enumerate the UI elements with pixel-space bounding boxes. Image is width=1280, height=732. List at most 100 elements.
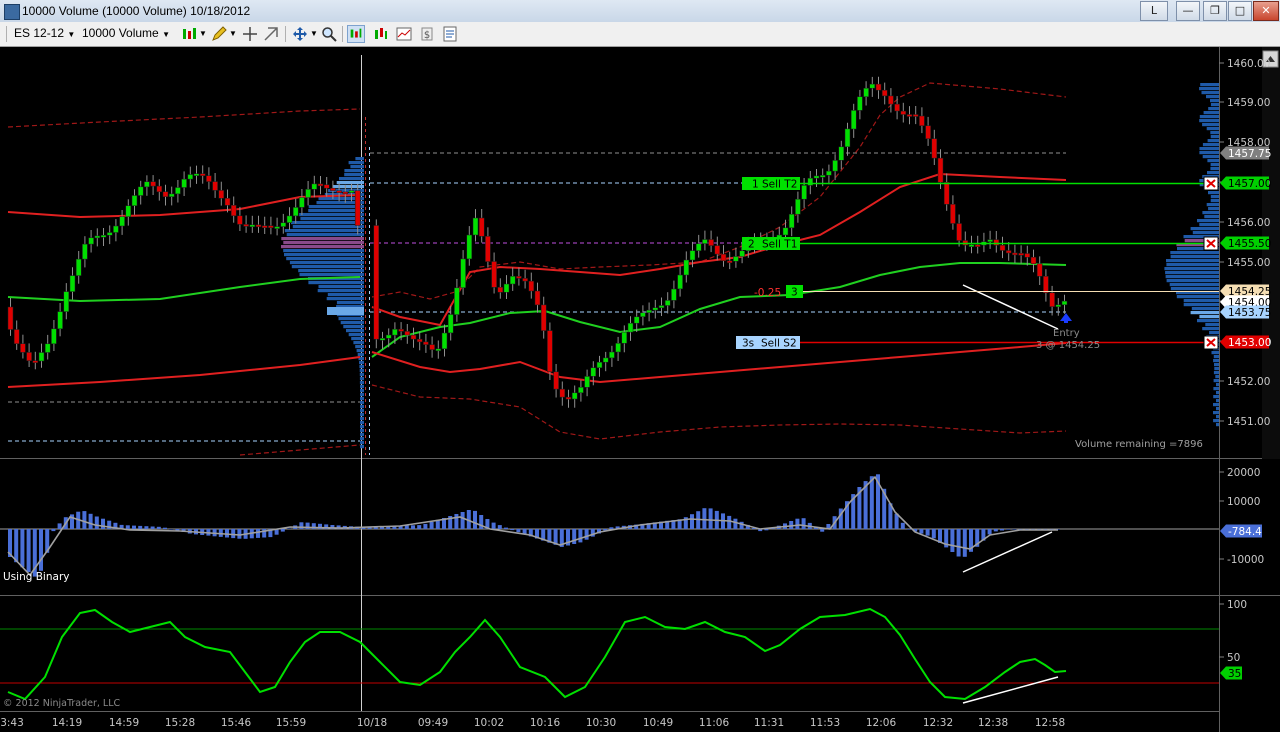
candle-body xyxy=(13,329,20,344)
profile-bar xyxy=(348,333,364,337)
candle-body xyxy=(286,215,293,223)
histogram-bar xyxy=(900,522,905,529)
chevron-down-icon[interactable]: ▼ xyxy=(199,25,207,42)
profile-bar xyxy=(1183,299,1219,303)
time-tick-label: 15:28 xyxy=(165,717,195,729)
period-selector[interactable]: 10000 Volume ▼ xyxy=(82,25,170,42)
stop-order-tag[interactable]: 3s Sell S2 xyxy=(736,336,800,350)
time-tick-label: 12:38 xyxy=(978,717,1008,729)
candle-body xyxy=(801,185,807,200)
histogram-bar xyxy=(163,527,167,529)
histogram-bar xyxy=(504,527,508,529)
candle-body xyxy=(168,193,175,197)
profile-bar xyxy=(348,161,364,165)
profile-bar xyxy=(281,245,364,249)
cancel-stop-button[interactable] xyxy=(1203,335,1219,350)
profile-bar xyxy=(1216,391,1219,395)
profile-bar xyxy=(353,341,364,345)
candle-body xyxy=(218,190,225,199)
restore-button[interactable]: ❐ xyxy=(1203,1,1227,21)
histogram-bar xyxy=(708,508,713,529)
time-tick-label: 15:46 xyxy=(221,717,252,729)
bar-type-icon[interactable] xyxy=(180,25,198,43)
profile-bar xyxy=(1215,375,1219,379)
chevron-down-icon[interactable]: ▼ xyxy=(310,25,318,42)
crosshair-icon[interactable] xyxy=(241,25,259,43)
histogram-bar xyxy=(473,510,477,529)
target2-order-tag[interactable]: 1 Sell T2 xyxy=(742,177,800,191)
candle-body xyxy=(156,185,163,193)
profile-bar xyxy=(355,345,364,349)
strategies-icon[interactable]: $ xyxy=(418,25,436,43)
candle-body xyxy=(590,367,597,377)
profile-bar xyxy=(1192,231,1219,235)
candle-body xyxy=(937,157,944,183)
time-axis[interactable]: 3:43 14:19 14:59 15:28 15:46 15:59 10/18 09:49 1… xyxy=(0,717,1065,729)
candle-body xyxy=(956,223,962,241)
profile-bar xyxy=(1165,275,1219,279)
candle-body xyxy=(602,357,609,363)
candle-body xyxy=(702,239,708,244)
cancel-target2-button[interactable] xyxy=(1203,176,1219,191)
candle-body xyxy=(646,309,652,313)
indicator2-value: 35 xyxy=(1228,668,1241,680)
global-crosshair-icon[interactable] xyxy=(262,25,280,43)
profile-bar xyxy=(360,401,364,405)
indicator1-axis: 20000 10000 -10000 -784.4 xyxy=(1219,467,1264,566)
histogram-bar xyxy=(82,511,87,529)
candle-body xyxy=(695,243,702,251)
candle-body xyxy=(652,307,659,311)
candle-body xyxy=(813,175,820,179)
position-tag[interactable]: 3 xyxy=(786,285,803,299)
mid-line-prev xyxy=(7,276,361,303)
profile-bar xyxy=(339,177,364,181)
chevron-down-icon[interactable]: ▼ xyxy=(229,25,237,42)
zoom-icon[interactable] xyxy=(320,25,338,43)
profile-bar xyxy=(298,269,364,273)
candle-body xyxy=(206,175,212,182)
price-badge-label: 1455.50 xyxy=(1228,238,1271,250)
target1-order-tag[interactable]: 2 Sell T1 xyxy=(742,237,800,251)
indicators-icon[interactable] xyxy=(395,25,413,43)
profile-bar xyxy=(1213,379,1219,383)
time-tick-label: 11:06 xyxy=(699,717,730,729)
instrument-selector[interactable]: ES 12-12 ▼ xyxy=(14,25,75,42)
lock-button[interactable]: L xyxy=(1140,1,1168,21)
histogram-bar xyxy=(429,521,434,529)
move-icon[interactable] xyxy=(291,25,309,43)
profile-bar xyxy=(326,297,364,301)
profile-bar xyxy=(359,369,364,373)
histogram-bar xyxy=(987,529,992,535)
candle-body xyxy=(32,360,39,363)
profile-bar xyxy=(336,181,364,185)
candle-body xyxy=(931,138,938,159)
close-button[interactable]: ✕ xyxy=(1253,1,1279,21)
profile-bar xyxy=(1199,119,1219,123)
chart-trader-icon[interactable] xyxy=(347,25,365,43)
histogram-bar xyxy=(497,525,502,529)
pencil-icon[interactable] xyxy=(210,25,228,43)
histogram-bar xyxy=(1006,529,1011,530)
histogram-bar xyxy=(156,526,161,529)
candle-body xyxy=(615,343,621,353)
candle-body xyxy=(292,207,299,217)
minimize-button[interactable]: — xyxy=(1176,1,1200,21)
histogram-bar xyxy=(931,529,936,539)
data-series-icon[interactable] xyxy=(372,25,390,43)
cancel-target1-button[interactable] xyxy=(1203,236,1219,251)
profile-bar xyxy=(1197,319,1219,323)
time-tick-label: 10/18 xyxy=(357,717,387,729)
profile-bar xyxy=(1208,191,1219,195)
candle-body xyxy=(26,352,32,361)
candle-body xyxy=(894,103,900,112)
profile-bar xyxy=(350,165,364,169)
properties-icon[interactable] xyxy=(441,25,459,43)
profile-bar xyxy=(1200,83,1219,87)
chart-canvas[interactable]: 1 Sell T2 2 Sell T1 -0.25 3 3s Sell S2 E… xyxy=(0,47,1280,732)
histogram-bar xyxy=(404,525,409,529)
profile-bar xyxy=(1209,331,1219,335)
lower-mid-line xyxy=(371,342,1067,384)
profile-bar xyxy=(1213,419,1219,423)
maximize-button[interactable]: □ xyxy=(1228,1,1252,21)
indicator2-tick-label: 100 xyxy=(1227,599,1247,611)
